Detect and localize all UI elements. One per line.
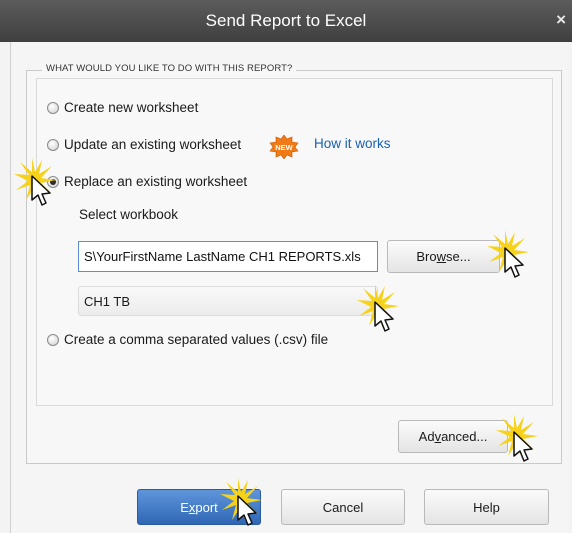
radio-button[interactable] <box>47 138 59 151</box>
window-title: Send Report to Excel <box>205 11 367 30</box>
option-label: Update an existing worksheet <box>64 137 242 152</box>
new-badge-text: NEW <box>275 143 293 152</box>
radio-button[interactable] <box>47 101 59 114</box>
radio-button[interactable] <box>47 333 59 346</box>
cancel-button[interactable]: Cancel <box>281 489 405 525</box>
radio-button-selected[interactable] <box>47 175 59 188</box>
option-replace-existing-worksheet[interactable]: Replace an existing worksheet <box>47 174 247 189</box>
close-icon[interactable]: × <box>556 10 566 30</box>
group-title: WHAT WOULD YOU LIKE TO DO WITH THIS REPO… <box>42 63 297 74</box>
option-create-new-worksheet[interactable]: Create new worksheet <box>47 100 198 115</box>
export-button[interactable]: Ex port <box>137 489 261 525</box>
option-label: Replace an existing worksheet <box>64 174 248 189</box>
select-workbook-label: Select workbook <box>79 207 179 222</box>
option-label: Create new worksheet <box>64 100 199 115</box>
option-label: Create a comma separated values (.csv) f… <box>64 332 329 347</box>
how-it-works-link[interactable]: How it works <box>314 136 391 151</box>
browse-button[interactable]: Bro w se... <box>387 240 500 273</box>
worksheet-select[interactable]: CH1 TB <box>78 286 378 316</box>
advanced-button[interactable]: Ad v anced... <box>398 420 508 453</box>
option-update-existing-worksheet[interactable]: Update an existing worksheet <box>47 137 241 152</box>
new-badge-icon: NEW <box>269 135 299 159</box>
title-bar: Send Report to Excel × <box>0 0 572 42</box>
workbook-path-field[interactable] <box>78 241 378 272</box>
worksheet-select-value: CH1 TB <box>84 293 130 309</box>
send-report-dialog: Send Report to Excel × WHAT WOULD YOU LI… <box>0 0 572 533</box>
help-button[interactable]: Help <box>424 489 549 525</box>
option-create-csv[interactable]: Create a comma separated values (.csv) f… <box>47 332 328 347</box>
